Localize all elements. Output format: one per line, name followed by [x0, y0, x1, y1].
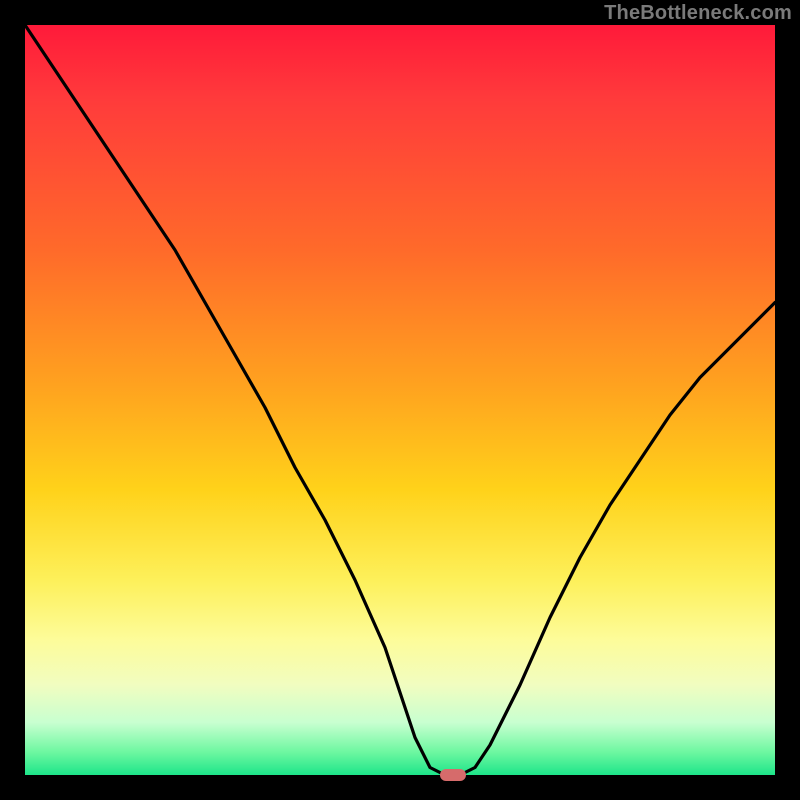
chart-frame: TheBottleneck.com — [0, 0, 800, 800]
plot-gradient-background — [25, 25, 775, 775]
attribution-watermark: TheBottleneck.com — [604, 2, 792, 25]
